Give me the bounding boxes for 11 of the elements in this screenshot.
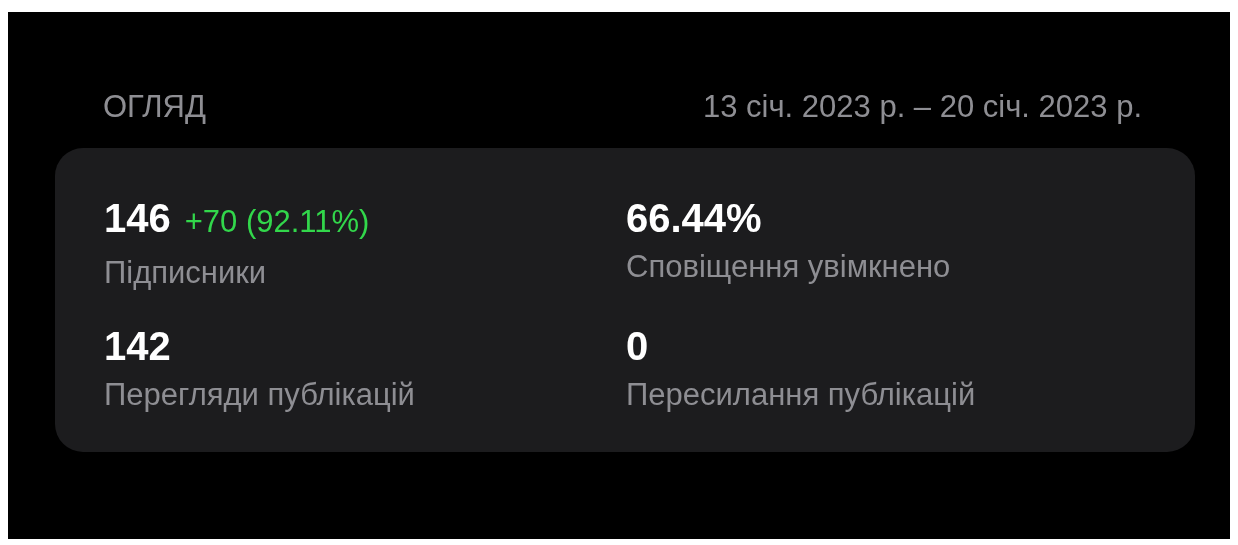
stat-label: Підписники <box>104 255 268 290</box>
stat-value: 66.44% <box>626 196 762 241</box>
stat-label: Перегляди публікацій <box>104 377 416 412</box>
section-title: ОГЛЯД <box>103 90 206 125</box>
stat-value: 0 <box>626 323 649 368</box>
stat-label: Сповіщення увімкнено <box>626 250 952 285</box>
stat-value: 146 <box>104 196 171 241</box>
stat-label: Пересилання публікацій <box>626 377 977 412</box>
stat-change: +70 (92.11%) <box>184 203 370 242</box>
stat-value: 142 <box>104 323 171 368</box>
date-range: 13 січ. 2023 р. – 20 січ. 2023 р. <box>702 90 1142 125</box>
